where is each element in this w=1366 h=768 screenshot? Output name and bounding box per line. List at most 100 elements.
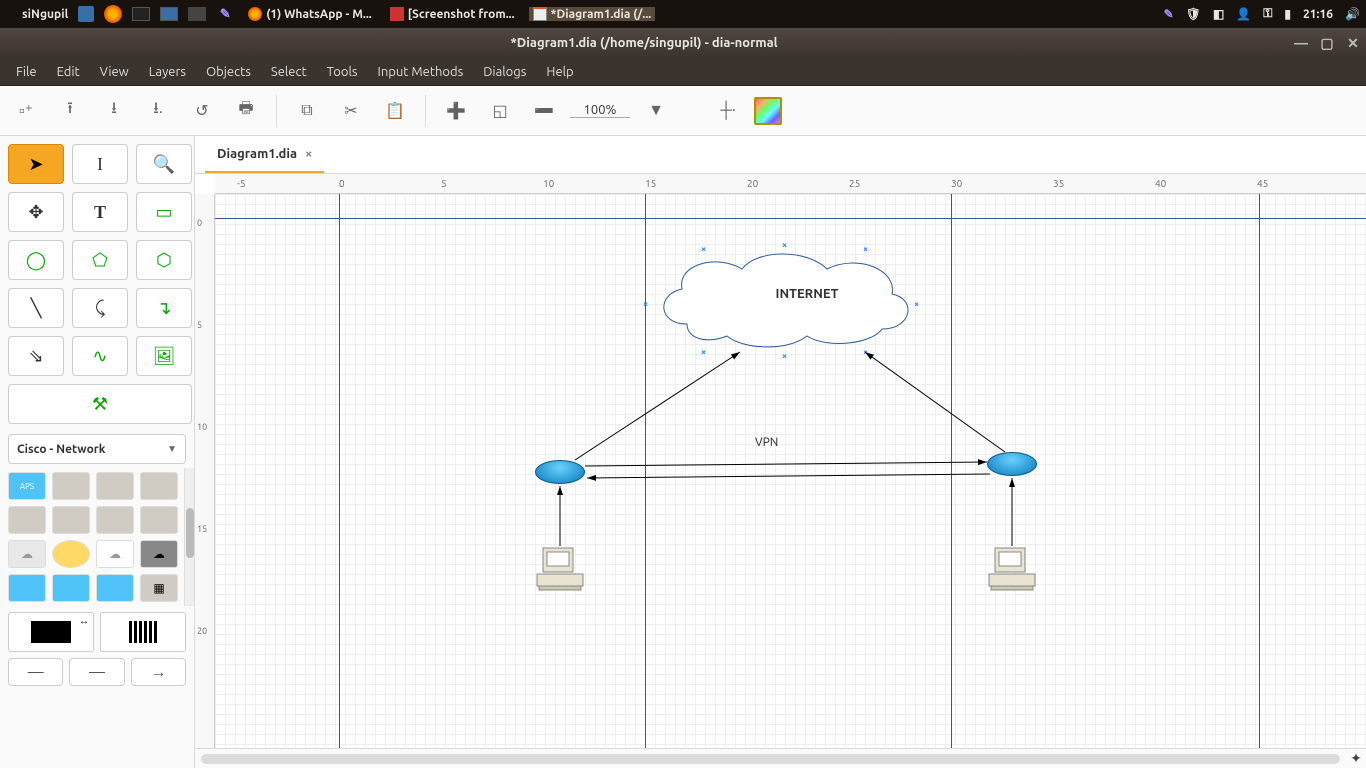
pointer-tool[interactable]: ➤ (8, 144, 64, 184)
move-tool[interactable]: ✥ (8, 192, 64, 232)
shape-palette-scrollbar[interactable] (184, 468, 194, 606)
shape-box1[interactable] (52, 472, 90, 500)
menu-layers[interactable]: Layers (139, 61, 196, 83)
cut-icon[interactable]: ✂ (333, 93, 369, 129)
vpn-label[interactable]: VPN (755, 436, 778, 449)
key-icon[interactable]: ⚿ (1263, 7, 1272, 21)
horizontal-ruler[interactable]: -5 0 5 10 15 20 25 30 35 40 45 (215, 174, 1366, 194)
beziergon-tool[interactable]: ⬡ (136, 240, 192, 280)
zoom-fit-icon[interactable]: ◱ (482, 93, 518, 129)
print-icon[interactable]: 🖶 (228, 93, 264, 129)
hostname[interactable]: siNgupil (22, 8, 68, 21)
tab-close-icon[interactable]: × (305, 147, 312, 161)
copy-icon[interactable]: ⧉ (289, 93, 325, 129)
fit-button[interactable]: ✦ (1346, 750, 1366, 767)
task-whatsapp[interactable]: (1) WhatsApp - M... (244, 7, 376, 21)
undo-icon[interactable]: ↺ (184, 93, 220, 129)
terminal-icon[interactable] (132, 7, 150, 21)
outline-tool[interactable]: ⚒ (8, 384, 192, 424)
shape-flat2[interactable] (52, 506, 90, 534)
shape-oval[interactable] (52, 540, 90, 568)
shape-rack[interactable]: ▦ (140, 574, 178, 602)
terminal-right[interactable] (987, 546, 1037, 592)
snap-icon[interactable]: ┼· (710, 93, 746, 129)
vertical-ruler[interactable]: 0 5 10 15 20 (195, 194, 215, 748)
image-tool[interactable]: 🖼 (136, 336, 192, 376)
shape-router3[interactable] (96, 574, 134, 602)
zoom-dropdown-icon[interactable]: ▼ (638, 93, 674, 129)
task-dia[interactable]: *Diagram1.dia (/... (529, 7, 656, 21)
menu-input-methods[interactable]: Input Methods (368, 61, 474, 83)
firefox-icon[interactable] (104, 5, 122, 23)
router-left[interactable] (535, 460, 585, 484)
menu-objects[interactable]: Objects (196, 61, 261, 83)
polyline-tool[interactable]: ⇘ (8, 336, 64, 376)
shape-aps[interactable]: APS (8, 472, 46, 500)
shape-router1[interactable] (8, 574, 46, 602)
magnify-tool[interactable]: 🔍 (136, 144, 192, 184)
guide-v2[interactable] (645, 194, 646, 748)
user-icon[interactable]: 👤 (1236, 7, 1251, 21)
shape-box2[interactable] (96, 472, 134, 500)
guide-v3[interactable] (951, 194, 952, 748)
arc-tool[interactable]: ⤹ (72, 288, 128, 328)
zoom-out-icon[interactable]: ➖ (526, 93, 562, 129)
task-screenshot[interactable]: [Screenshot from... (386, 7, 519, 21)
line-pattern[interactable] (100, 612, 186, 652)
menu-tools[interactable]: Tools (317, 61, 368, 83)
text-cursor-tool[interactable]: I (72, 144, 128, 184)
shape-flat3[interactable] (96, 506, 134, 534)
volume-icon[interactable]: 🔊 (1345, 7, 1360, 21)
horizontal-scrollbar[interactable] (201, 754, 1340, 764)
menu-view[interactable]: View (90, 61, 139, 83)
shield-icon[interactable]: 🛡 (1186, 7, 1201, 21)
shape-router2[interactable] (52, 574, 90, 602)
clock[interactable]: 21:16 (1303, 8, 1333, 21)
tray-feather-icon[interactable]: ✎ (1164, 7, 1174, 21)
save-icon[interactable]: ⭳ (96, 93, 132, 129)
line-style[interactable]: — (69, 658, 124, 686)
text-tool[interactable]: T (72, 192, 128, 232)
shape-darkcloud[interactable]: ☁ (140, 540, 178, 568)
fg-bg-color-swap[interactable]: ↔ (8, 612, 94, 652)
line-tool[interactable]: ╲ (8, 288, 64, 328)
bezier-tool[interactable]: ∿ (72, 336, 128, 376)
line-end-arrow-style[interactable]: → (131, 658, 186, 686)
maximize-button[interactable]: ▢ (1314, 35, 1340, 52)
open-icon[interactable]: ⭱ (52, 93, 88, 129)
menu-help[interactable]: Help (536, 61, 583, 83)
shape-cloud2[interactable]: ☁ (96, 540, 134, 568)
zoom-value[interactable]: 100% (570, 103, 630, 118)
tray-square-icon[interactable]: ◧ (1213, 7, 1224, 21)
guide-h1[interactable] (215, 218, 1366, 219)
menu-dialogs[interactable]: Dialogs (473, 61, 536, 83)
canvas[interactable]: INTERNET × × × × × × × × (215, 194, 1366, 748)
menu-file[interactable]: File (6, 61, 47, 83)
files-icon[interactable] (160, 7, 178, 21)
tab-diagram1[interactable]: Diagram1.dia × (205, 137, 324, 173)
shape-cloud1[interactable]: ☁ (8, 540, 46, 568)
new-doc-icon[interactable]: ▫⁺ (8, 93, 44, 129)
menu-select[interactable]: Select (261, 61, 317, 83)
screenshot-icon[interactable] (188, 7, 206, 21)
taskbar-app-icon[interactable] (78, 6, 94, 22)
feather-icon[interactable]: ✎ (216, 5, 234, 23)
box-tool[interactable]: ▭ (136, 192, 192, 232)
line-start-style[interactable]: — (8, 658, 63, 686)
shape-box3[interactable] (140, 472, 178, 500)
paste-icon[interactable]: 📋 (377, 93, 413, 129)
zigzag-tool[interactable]: ↴ (136, 288, 192, 328)
color-picker-icon[interactable] (754, 97, 782, 125)
shape-flat1[interactable] (8, 506, 46, 534)
close-button[interactable]: ✕ (1340, 35, 1366, 52)
guide-v1[interactable] (339, 194, 340, 748)
battery-icon[interactable]: ▮ (1284, 7, 1291, 21)
shape-palette-selector[interactable]: Cisco - Network ▼ (8, 434, 186, 464)
ellipse-tool[interactable]: ◯ (8, 240, 64, 280)
minimize-button[interactable]: — (1288, 35, 1314, 51)
router-right[interactable] (987, 452, 1037, 476)
shape-flat4[interactable] (140, 506, 178, 534)
menu-edit[interactable]: Edit (47, 61, 90, 83)
polygon-tool[interactable]: ⬠ (72, 240, 128, 280)
save-as-icon[interactable]: ⭳. (140, 93, 176, 129)
